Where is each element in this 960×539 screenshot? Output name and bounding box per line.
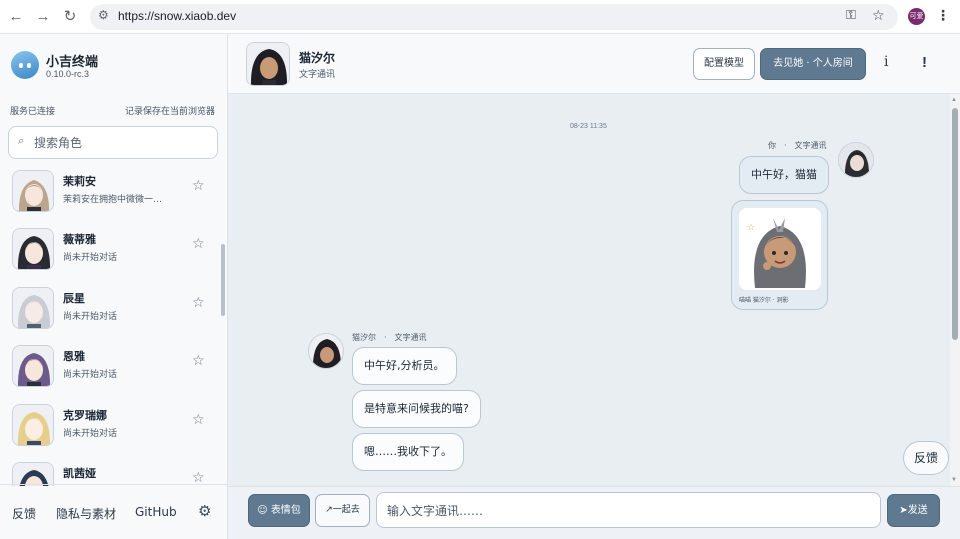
scroll-down-icon[interactable]: ▼: [951, 477, 957, 483]
sidebar: 小吉终端 0.10.0-rc.3 服务已连接 记录保存在当前浏览器 ⌕ 茉莉安 …: [0, 34, 228, 539]
character-name: 薇蒂雅: [63, 233, 96, 246]
favorite-star-icon[interactable]: ☆: [192, 411, 205, 428]
favorite-star-icon[interactable]: ☆: [192, 235, 205, 252]
key-icon[interactable]: ⚿: [846, 7, 856, 23]
search-input[interactable]: [34, 133, 212, 153]
smile-icon: ☺: [257, 505, 268, 516]
url-text[interactable]: https://snow.xiaob.dev: [118, 9, 236, 23]
character-item[interactable]: 辰星 尚未开始对话 ☆: [0, 283, 218, 341]
gear-icon[interactable]: ⚙: [198, 502, 211, 520]
character-subtitle: 茉莉安在拥抱中微微一…: [63, 195, 163, 205]
user-avatar: [838, 142, 874, 178]
character-avatar: [308, 333, 344, 369]
avatar[interactable]: [246, 42, 290, 86]
reload-icon[interactable]: ↻: [60, 7, 80, 27]
favorite-star-icon[interactable]: ☆: [192, 177, 205, 194]
sidebar-scrollbar[interactable]: [221, 244, 225, 316]
site-settings-icon[interactable]: ⚙: [98, 8, 109, 22]
chat-header: 猫汐尔 文字通讯 配置模型 去见她 · 个人房间 i !: [228, 34, 960, 94]
message-input[interactable]: [387, 501, 867, 521]
go-together-label: 一起去: [332, 505, 360, 515]
favorite-star-icon[interactable]: ☆: [192, 294, 205, 311]
character-name: 茉莉安: [63, 175, 96, 188]
avatar: [12, 462, 54, 486]
github-link[interactable]: GitHub: [135, 505, 177, 519]
character-item[interactable]: 克罗瑞娜 尚未开始对话 ☆: [0, 400, 218, 458]
forward-icon[interactable]: →: [33, 7, 53, 27]
search-icon: ⌕: [18, 135, 25, 147]
her-message-meta: 猫汐尔 · 文字通讯: [352, 333, 427, 342]
send-label: 发送: [907, 505, 928, 516]
scroll-up-icon[interactable]: ▲: [951, 97, 957, 103]
bookmark-star-icon[interactable]: ☆: [872, 7, 885, 24]
character-name: 凯茜娅: [63, 467, 96, 480]
message-input-box: [376, 492, 881, 528]
send-icon: ➤: [899, 505, 908, 516]
browser-toolbar: ← → ↻ ⚙ https://snow.xiaob.dev ⚿ ☆ 可爱 ⋮: [0, 0, 960, 34]
save-note: 记录保存在当前浏览器: [124, 106, 215, 116]
sticker-button[interactable]: ☺ 表情包: [248, 494, 310, 527]
floating-feedback-button[interactable]: 反馈: [903, 441, 949, 475]
connection-status: 服务已连接: [10, 106, 56, 116]
input-bar: ☺ 表情包 ↗一起去 ➤发送: [228, 486, 960, 539]
character-name: 辰星: [63, 292, 85, 305]
character-name: 克罗瑞娜: [63, 409, 107, 422]
character-subtitle: 尚未开始对话: [63, 370, 118, 380]
my-message-meta: 你 · 文字通讯: [768, 141, 827, 150]
her-message-bubble: 中午好,分析员。: [352, 347, 457, 385]
app-version: 0.10.0-rc.3: [46, 69, 90, 79]
go-together-button[interactable]: ↗一起去: [315, 494, 370, 527]
browser-menu-icon[interactable]: ⋮: [936, 7, 950, 24]
avatar: [12, 228, 54, 270]
avatar: [12, 345, 54, 387]
sticker-caption: 喵喵 猫汐尔 · 洞影: [739, 297, 789, 304]
back-icon[interactable]: ←: [6, 7, 26, 27]
character-subtitle: 尚未开始对话: [63, 253, 118, 263]
character-list: 茉莉安 茉莉安在拥抱中微微一… ☆ 薇蒂雅 尚未开始对话 ☆ 辰星 尚未开始对话…: [0, 166, 218, 486]
character-item[interactable]: 恩雅 尚未开始对话 ☆: [0, 341, 218, 399]
visit-room-button[interactable]: 去见她 · 个人房间: [760, 48, 866, 80]
feedback-link[interactable]: 反馈: [12, 505, 36, 522]
character-subtitle: 尚未开始对话: [63, 429, 118, 439]
chat-scrollbar[interactable]: [952, 108, 958, 340]
avatar: [12, 404, 54, 446]
character-name: 恩雅: [63, 350, 85, 363]
message-timestamp: 08-23 11:35: [570, 123, 607, 130]
arrow-up-right-icon: ↗: [325, 505, 333, 515]
character-item[interactable]: 凯茜娅 ☆: [0, 458, 218, 486]
sticker-message[interactable]: ☆ 喵喵 猫汐尔 · 洞影: [731, 200, 828, 310]
chat-messages: 08-23 11:35 你 · 文字通讯 中午好，猫猫 ☆ 喵喵 猫汐尔 · 洞…: [228, 94, 950, 486]
privacy-link[interactable]: 隐私与素材: [56, 505, 116, 522]
config-model-button[interactable]: 配置模型: [693, 48, 755, 80]
send-button[interactable]: ➤发送: [887, 494, 940, 527]
app-logo: [11, 51, 39, 79]
her-message-bubble: 嗯……我收下了。: [352, 433, 464, 471]
search-box: ⌕: [8, 126, 218, 159]
favorite-star-icon[interactable]: ☆: [192, 352, 205, 369]
character-item[interactable]: 薇蒂雅 尚未开始对话 ☆: [0, 224, 218, 282]
her-message-bubble: 是特意来问候我的喵?: [352, 390, 481, 428]
character-subtitle: 尚未开始对话: [63, 312, 118, 322]
alert-icon[interactable]: !: [922, 54, 927, 71]
avatar: [12, 170, 54, 212]
info-icon[interactable]: i: [884, 54, 888, 70]
character-item[interactable]: 茉莉安 茉莉安在拥抱中微微一… ☆: [0, 166, 218, 224]
avatar: [12, 287, 54, 329]
chat-title: 猫汐尔: [299, 51, 336, 65]
profile-avatar[interactable]: 可爱: [908, 8, 925, 25]
my-message-bubble: 中午好，猫猫: [739, 156, 829, 194]
svg-text:☆: ☆: [747, 222, 755, 232]
address-bar[interactable]: ⚙ https://snow.xiaob.dev ⚿ ☆: [90, 4, 898, 30]
sticker-button-label: 表情包: [270, 505, 301, 516]
chat-subtitle: 文字通讯: [299, 70, 336, 80]
sidebar-footer: 反馈 隐私与素材 GitHub ⚙: [0, 484, 228, 539]
sticker-image: ☆: [739, 208, 821, 290]
app-name: 小吉终端: [46, 54, 99, 69]
